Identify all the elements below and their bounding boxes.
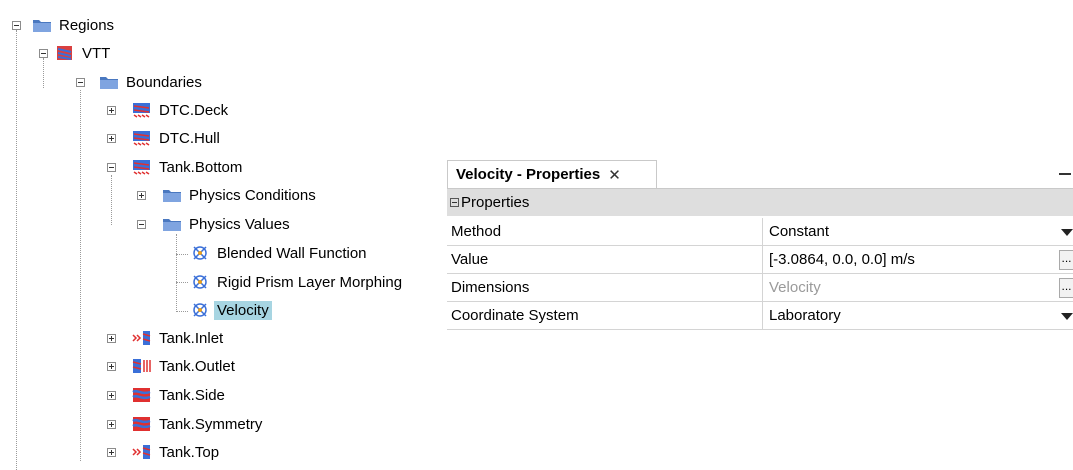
tree-node-label: Tank.Bottom <box>159 158 243 176</box>
tree-guide <box>176 234 177 312</box>
boundary-wall-icon <box>133 160 150 175</box>
expand-toggle[interactable] <box>107 134 116 143</box>
properties-panel: Velocity - Properties ✕ Properties Metho… <box>447 160 1073 336</box>
tree-node-label: Tank.Outlet <box>159 357 235 375</box>
property-row-value[interactable]: Value [-3.0864, 0.0, 0.0] m/s ... <box>447 246 1073 274</box>
tree-node-label: Tank.Symmetry <box>159 415 263 433</box>
property-name: Value <box>451 251 489 268</box>
tree-node-label: Tank.Inlet <box>159 329 224 347</box>
folder-icon <box>163 190 181 202</box>
collapse-toggle[interactable] <box>39 49 48 58</box>
tree-node-label: Physics Values <box>189 215 290 233</box>
tree-node-physics-values[interactable]: Physics Values <box>162 213 290 235</box>
tree-node-physics-conditions[interactable]: Physics Conditions <box>162 184 316 206</box>
boundary-wall-icon <box>133 131 150 146</box>
column-divider <box>762 246 763 274</box>
tree-guide <box>43 58 44 88</box>
tree-node-label: Boundaries <box>126 73 202 91</box>
expand-toggle[interactable] <box>107 334 116 343</box>
tree-node-blended-wall-function[interactable]: Blended Wall Function <box>190 242 367 264</box>
expand-toggle[interactable] <box>107 391 116 400</box>
close-icon[interactable]: ✕ <box>608 166 621 184</box>
expand-toggle[interactable] <box>107 448 116 457</box>
property-row-dimensions[interactable]: Dimensions Velocity ... <box>447 274 1073 302</box>
column-divider <box>762 218 763 246</box>
boundary-outlet-icon <box>132 359 151 373</box>
tree-guide <box>80 90 81 461</box>
boundary-inlet-icon <box>132 331 151 345</box>
ellipsis-button[interactable]: ... <box>1059 250 1073 270</box>
tree-node-label: Rigid Prism Layer Morphing <box>217 273 403 291</box>
tab-velocity-properties[interactable]: Velocity - Properties ✕ <box>447 160 657 188</box>
collapse-toggle[interactable] <box>76 78 85 87</box>
property-value[interactable]: [-3.0864, 0.0, 0.0] m/s <box>769 246 915 274</box>
collapse-icon[interactable] <box>450 198 459 207</box>
property-name: Dimensions <box>451 279 530 296</box>
tree-guide <box>176 254 188 255</box>
tree-node-dtc-deck[interactable]: DTC.Deck <box>132 99 228 121</box>
expand-toggle[interactable] <box>107 420 116 429</box>
tree-node-dtc-hull[interactable]: DTC.Hull <box>132 127 220 149</box>
collapse-toggle[interactable] <box>12 21 21 30</box>
column-divider <box>762 274 763 302</box>
folder-icon <box>100 77 118 89</box>
section-title: Properties <box>461 194 530 211</box>
property-value[interactable]: Laboratory <box>769 302 841 330</box>
tree-node-label: Velocity <box>214 300 272 320</box>
tree-node-label: VTT <box>82 44 111 62</box>
expand-toggle[interactable] <box>107 106 116 115</box>
folder-icon <box>163 219 181 231</box>
property-name: Method <box>451 223 502 240</box>
tree-node-label: DTC.Deck <box>159 101 229 119</box>
property-row-method[interactable]: Method Constant <box>447 218 1073 246</box>
tree-guide <box>176 282 188 283</box>
tree-guide <box>111 175 112 225</box>
collapse-toggle[interactable] <box>107 163 116 172</box>
tree-node-tank-bottom[interactable]: Tank.Bottom <box>132 156 242 178</box>
dropdown-arrow-icon[interactable] <box>1061 313 1073 320</box>
boundary-wall-icon <box>133 103 150 118</box>
tree-node-label: Tank.Side <box>159 386 225 404</box>
dropdown-arrow-icon[interactable] <box>1061 229 1073 236</box>
property-row-coordinate-system[interactable]: Coordinate System Laboratory <box>447 302 1073 330</box>
tree-guide <box>176 311 188 312</box>
minimize-icon[interactable] <box>1059 173 1071 175</box>
property-name: Coordinate System <box>451 307 579 324</box>
tree-node-label: Physics Conditions <box>189 186 316 204</box>
property-value: Velocity <box>769 279 821 296</box>
ellipsis-button[interactable]: ... <box>1059 278 1073 298</box>
boundary-inlet-icon <box>132 445 151 459</box>
tree-node-tank-outlet[interactable]: Tank.Outlet <box>132 355 235 377</box>
physics-value-icon <box>193 275 207 289</box>
folder-icon <box>33 20 51 32</box>
boundary-symmetry-icon <box>132 388 151 402</box>
property-value[interactable]: Constant <box>769 218 829 246</box>
collapse-toggle[interactable] <box>137 220 146 229</box>
tree-node-boundaries[interactable]: Boundaries <box>99 71 202 93</box>
tab-bar: Velocity - Properties ✕ <box>447 160 1073 189</box>
tree-node-label: Blended Wall Function <box>217 244 367 262</box>
tree-node-tank-top[interactable]: Tank.Top <box>132 441 219 463</box>
expand-toggle[interactable] <box>137 191 146 200</box>
tree-node-label: Regions <box>59 16 115 34</box>
tree-node-label: Tank.Top <box>159 443 220 461</box>
boundary-symmetry-icon <box>132 417 151 431</box>
column-divider <box>762 302 763 330</box>
tree-guide <box>16 30 17 470</box>
tree-node-label: DTC.Hull <box>159 129 220 147</box>
tab-title: Velocity - Properties <box>456 166 601 183</box>
physics-value-icon <box>193 303 207 317</box>
tree-node-regions[interactable]: Regions <box>32 14 114 36</box>
region-tree: Regions VTT Boundaries DTC.Deck DTC.Hull… <box>0 0 445 470</box>
tree-node-tank-symmetry[interactable]: Tank.Symmetry <box>132 413 262 435</box>
tree-node-tank-inlet[interactable]: Tank.Inlet <box>132 327 223 349</box>
region-icon <box>57 46 72 60</box>
tree-node-vtt[interactable]: VTT <box>55 42 110 64</box>
expand-toggle[interactable] <box>107 362 116 371</box>
tree-node-velocity[interactable]: Velocity <box>190 299 272 321</box>
tree-node-tank-side[interactable]: Tank.Side <box>132 384 225 406</box>
tree-node-rigid-prism-layer-morphing[interactable]: Rigid Prism Layer Morphing <box>190 271 402 293</box>
properties-section-header[interactable]: Properties <box>447 189 1073 216</box>
physics-value-icon <box>193 246 207 260</box>
